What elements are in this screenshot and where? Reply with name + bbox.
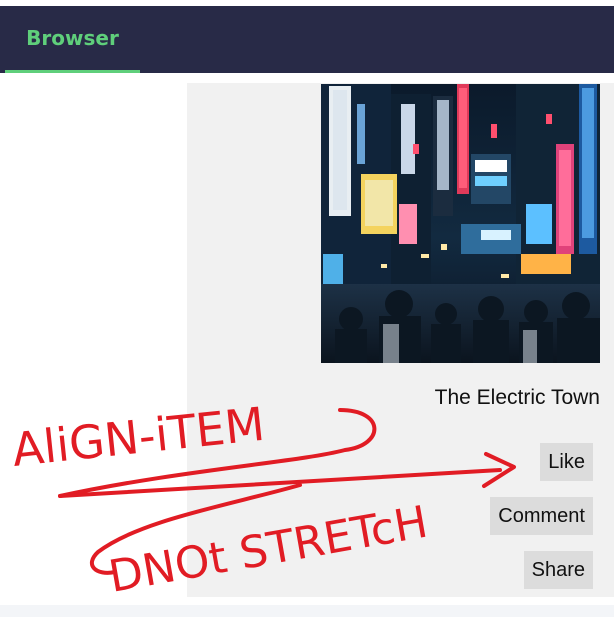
comment-button[interactable]: Comment <box>490 497 593 535</box>
bottom-strip <box>0 605 614 617</box>
street-photo <box>321 84 600 363</box>
image-caption: The Electric Town <box>434 386 600 409</box>
like-button[interactable]: Like <box>540 443 593 481</box>
tab-browser[interactable]: Browser <box>5 6 140 73</box>
top-navigation-bar: Browser <box>0 6 614 73</box>
share-button[interactable]: Share <box>523 551 593 589</box>
